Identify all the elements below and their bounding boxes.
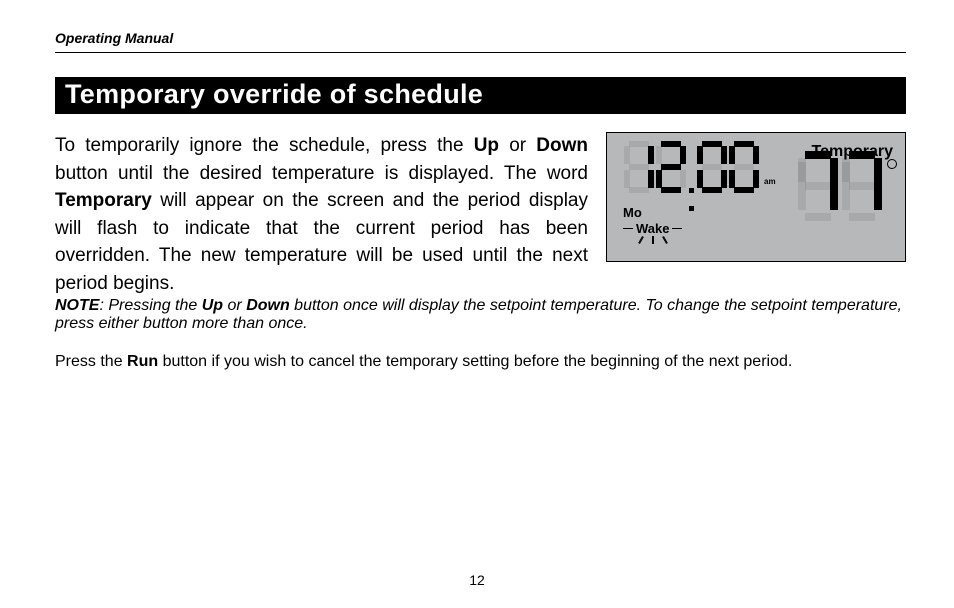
note-paragraph: NOTE: Pressing the Up or Down button onc… (55, 297, 906, 333)
p1-up: Up (474, 135, 499, 156)
note-label: NOTE (55, 297, 99, 314)
paragraph-1: To temporarily ignore the schedule, pres… (55, 132, 588, 297)
note-pre: : Pressing the (99, 297, 201, 314)
note-mid1: or (223, 297, 246, 314)
page-number: 12 (0, 572, 954, 588)
p1-temporary: Temporary (55, 190, 152, 211)
period-line-left (623, 228, 633, 229)
p3-pre: Press the (55, 353, 127, 370)
p1-mid1: or (499, 135, 536, 156)
running-header: Operating Manual (55, 30, 906, 53)
note-up: Up (202, 297, 223, 314)
period-line-right (672, 228, 682, 229)
display-temperature (796, 151, 897, 226)
p1-mid2: button until the desired temperature is … (55, 163, 588, 184)
p1-down: Down (536, 135, 588, 156)
display-period: Wake (633, 221, 672, 236)
manual-page: Operating Manual Temporary override of s… (0, 0, 954, 608)
display-period-group: Wake (623, 211, 682, 244)
body-row: To temporarily ignore the schedule, pres… (55, 132, 906, 297)
note-down: Down (246, 297, 290, 314)
p3-run: Run (127, 353, 158, 370)
degree-icon (887, 159, 897, 169)
flash-indicator-icon (623, 236, 682, 244)
p3-post: button if you wish to cancel the tempora… (158, 353, 792, 370)
p1-pre: To temporarily ignore the schedule, pres… (55, 135, 474, 156)
paragraph-3: Press the Run button if you wish to canc… (55, 353, 906, 371)
section-title: Temporary override of schedule (55, 77, 906, 114)
thermostat-display: Temporary am Mo Wake (606, 132, 906, 262)
display-ampm: am (764, 177, 776, 186)
